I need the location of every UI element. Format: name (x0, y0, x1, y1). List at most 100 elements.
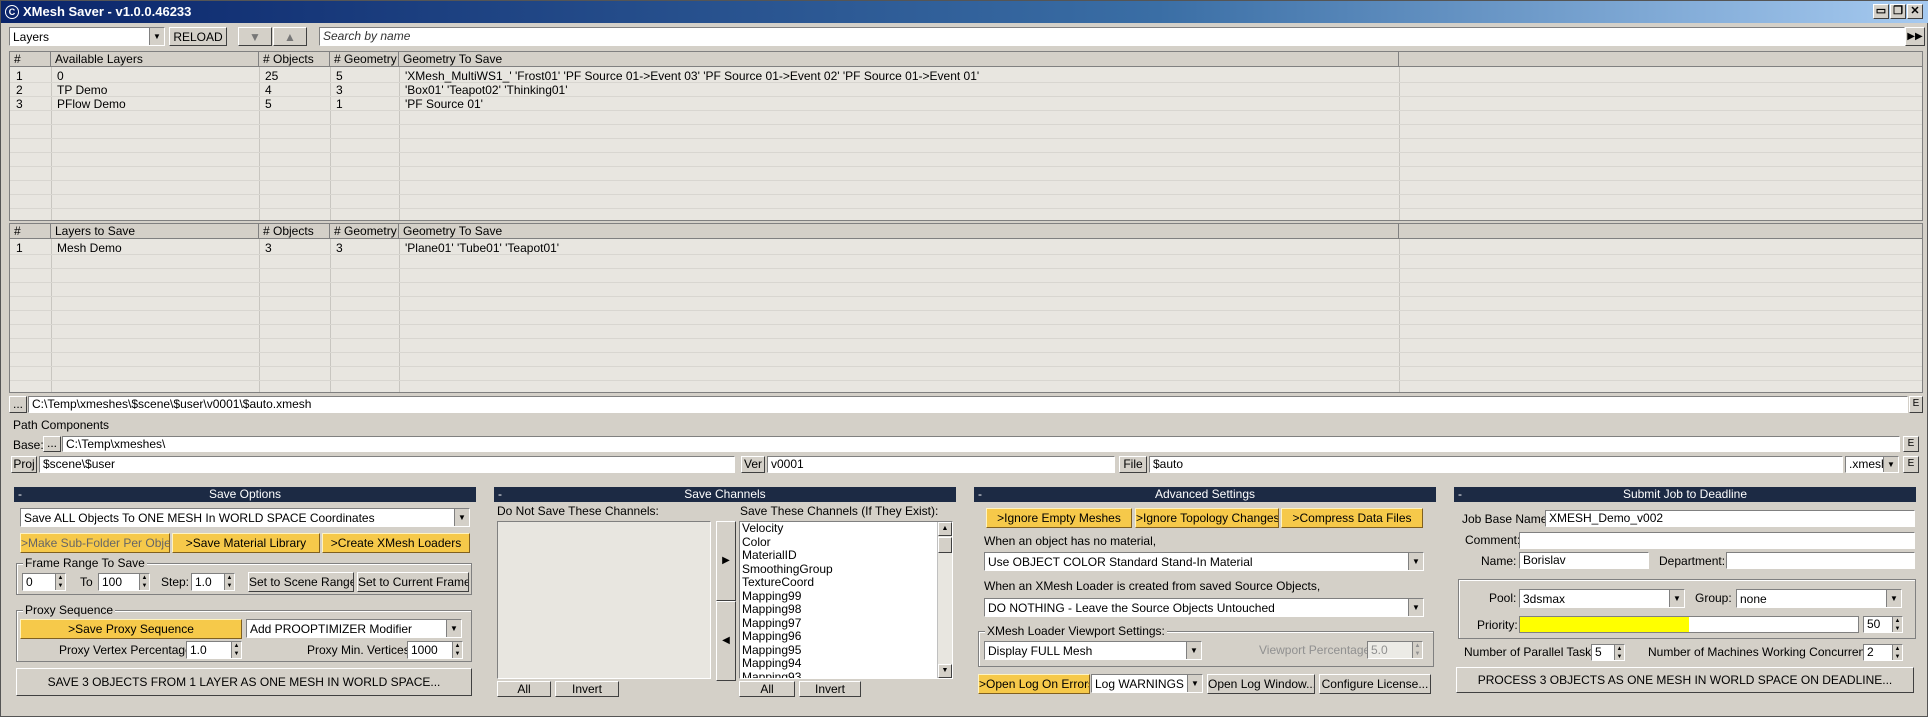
priority-slider[interactable] (1519, 616, 1859, 633)
channel-list-item[interactable]: Mapping96 (740, 629, 952, 644)
frame-from-spinner[interactable]: 0 ▲ ▼ (22, 573, 66, 591)
column-header[interactable]: # Geometry (330, 224, 399, 239)
browse-path-button[interactable]: ... (9, 396, 27, 413)
browse-base-button[interactable]: ... (43, 436, 61, 452)
name-field[interactable]: Borislav (1519, 552, 1649, 569)
layers-mode-dropdown[interactable]: Layers ▼ (9, 27, 165, 46)
collapse-icon[interactable]: - (978, 487, 982, 502)
channel-list-item[interactable]: Mapping93 (740, 670, 952, 678)
group-dropdown[interactable]: none ▼ (1736, 589, 1902, 608)
save-options-header[interactable]: - Save Options (14, 487, 476, 502)
step-spinner[interactable]: 1.0 ▲ ▼ (191, 573, 235, 591)
channel-list-item[interactable]: Color (740, 535, 952, 550)
department-field[interactable] (1726, 552, 1915, 569)
invert-included-button[interactable]: Invert (799, 681, 861, 697)
frame-to-spinner[interactable]: 100 ▲ ▼ (98, 573, 150, 591)
comment-field[interactable] (1519, 532, 1915, 549)
available-layers-table[interactable]: # Available Layers # Objects # Geometry … (9, 51, 1923, 221)
vertex-percentage-spinner[interactable]: 1.0 ▲ ▼ (186, 641, 242, 659)
restore-icon[interactable]: ❐ (1890, 4, 1906, 19)
channel-list-item[interactable]: Mapping98 (740, 602, 952, 617)
proj-button[interactable]: Proj (11, 456, 37, 473)
move-right-icon[interactable]: ▶ (716, 521, 736, 601)
save-material-library-toggle[interactable]: >Save Material Library (172, 533, 320, 553)
close-icon[interactable]: ✕ (1907, 4, 1923, 19)
spinner-arrows-icon[interactable]: ▲ ▼ (1614, 645, 1624, 660)
process-deadline-button[interactable]: PROCESS 3 OBJECTS AS ONE MESH IN WORLD S… (1456, 667, 1914, 693)
spinner-arrows-icon[interactable]: ▲ ▼ (1892, 617, 1902, 632)
edit-file-button[interactable]: E (1903, 456, 1919, 473)
column-header[interactable]: # Geometry (330, 52, 399, 67)
column-header[interactable]: Layers to Save (51, 224, 259, 239)
column-header[interactable]: Available Layers (51, 52, 259, 67)
search-input[interactable]: Search by name (319, 27, 1905, 46)
collapse-icon[interactable]: - (18, 487, 22, 502)
move-up-icon[interactable]: ▲ (273, 27, 307, 46)
machines-spinner[interactable]: 2 ▲ ▼ (1863, 644, 1903, 661)
column-header[interactable]: Geometry To Save (399, 224, 1399, 239)
move-down-icon[interactable]: ▼ (238, 27, 272, 46)
spinner-arrows-icon[interactable]: ▲ ▼ (1412, 642, 1422, 658)
viewport-percentages-spinner[interactable]: 5.0 ▲ ▼ (1367, 641, 1423, 659)
invert-excluded-button[interactable]: Invert (555, 681, 619, 697)
parallel-tasks-spinner[interactable]: 5 ▲ ▼ (1591, 644, 1625, 661)
save-proxy-sequence-toggle[interactable]: >Save Proxy Sequence (20, 619, 242, 639)
open-log-window-button[interactable]: Open Log Window... (1207, 674, 1315, 694)
source-objects-dropdown[interactable]: DO NOTHING - Leave the Source Objects Un… (984, 598, 1424, 617)
min-vertices-spinner[interactable]: 1000 ▲ ▼ (407, 641, 463, 659)
channel-list-item[interactable]: MaterialID (740, 548, 952, 563)
save-channels-header[interactable]: - Save Channels (494, 487, 956, 502)
ver-field[interactable]: v0001 (767, 456, 1115, 473)
column-header[interactable]: # Objects (259, 52, 330, 67)
no-material-dropdown[interactable]: Use OBJECT COLOR Standard Stand-In Mater… (984, 552, 1424, 571)
channel-list-item[interactable]: SmoothingGroup (740, 562, 952, 577)
open-log-on-errors-toggle[interactable]: >Open Log On Errors (978, 674, 1090, 694)
ignore-empty-meshes-toggle[interactable]: >Ignore Empty Meshes (986, 508, 1132, 528)
edit-base-button[interactable]: E (1903, 436, 1919, 452)
set-current-frame-button[interactable]: Set to Current Frame (357, 572, 469, 592)
select-all-excluded-button[interactable]: All (497, 681, 551, 697)
pool-dropdown[interactable]: 3dsmax ▼ (1519, 589, 1685, 608)
excluded-channels-list[interactable] (497, 521, 711, 679)
ver-button[interactable]: Ver (741, 456, 765, 473)
proxy-modifier-dropdown[interactable]: Add PROOPTIMIZER Modifier ▼ (246, 619, 462, 638)
ignore-topology-toggle[interactable]: >Ignore Topology Changes (1135, 508, 1279, 528)
table-row[interactable]: 1 Mesh Demo 3 3 'Plane01' 'Tube01' 'Teap… (10, 241, 1922, 255)
collapse-icon[interactable]: - (1458, 487, 1462, 502)
extension-dropdown[interactable]: .xmesh ▼ (1845, 456, 1899, 473)
spinner-arrows-icon[interactable]: ▲ ▼ (55, 574, 65, 590)
spinner-arrows-icon[interactable]: ▲ ▼ (452, 642, 462, 658)
included-channels-list[interactable]: Velocity Color MaterialID SmoothingGroup Tex… (739, 521, 953, 679)
create-loaders-toggle[interactable]: >Create XMesh Loaders (322, 533, 470, 553)
channel-list-item[interactable]: Mapping97 (740, 616, 952, 631)
column-header[interactable]: # Objects (259, 224, 330, 239)
select-all-included-button[interactable]: All (739, 681, 795, 697)
layers-to-save-table[interactable]: # Layers to Save # Objects # Geometry Ge… (9, 223, 1923, 393)
subfolder-toggle[interactable]: >Make Sub-Folder Per Object (20, 533, 170, 553)
file-button[interactable]: File (1119, 456, 1147, 473)
reload-button[interactable]: RELOAD (169, 27, 227, 46)
file-field[interactable]: $auto (1149, 456, 1843, 473)
configure-license-button[interactable]: Configure License... (1319, 674, 1431, 694)
full-path-field[interactable]: C:\Temp\xmeshes\$scene\$user\v0001\$auto… (28, 396, 1908, 413)
scroll-up-icon[interactable]: ▲ (938, 522, 952, 536)
collapse-icon[interactable]: - (498, 487, 502, 502)
advanced-settings-header[interactable]: - Advanced Settings (974, 487, 1436, 502)
deadline-header[interactable]: - Submit Job to Deadline (1454, 487, 1916, 502)
spinner-arrows-icon[interactable]: ▲ ▼ (139, 574, 149, 590)
spinner-arrows-icon[interactable]: ▲ ▼ (231, 642, 241, 658)
channel-list-item[interactable]: Mapping94 (740, 656, 952, 671)
table-row[interactable]: 2 TP Demo 4 3 'Box01' 'Teapot02' 'Thinki… (10, 83, 1922, 97)
proj-field[interactable]: $scene\$user (39, 456, 735, 473)
table-row[interactable]: 1 0 25 5 'XMesh_MultiWS1_' 'Frost01' 'PF… (10, 69, 1922, 83)
channel-list-item[interactable]: TextureCoord (740, 575, 952, 590)
channel-list-item[interactable]: Mapping99 (740, 589, 952, 604)
compress-data-toggle[interactable]: >Compress Data Files (1281, 508, 1423, 528)
scroll-thumb[interactable] (938, 537, 952, 553)
viewport-display-dropdown[interactable]: Display FULL Mesh ▼ (984, 641, 1202, 660)
set-scene-range-button[interactable]: Set to Scene Range (248, 572, 354, 592)
log-level-dropdown[interactable]: Log WARNINGS ▼ (1091, 674, 1203, 693)
move-left-icon[interactable]: ◀ (716, 601, 736, 681)
save-mode-dropdown[interactable]: Save ALL Objects To ONE MESH In WORLD SP… (20, 508, 470, 527)
table-row[interactable]: 3 PFlow Demo 5 1 'PF Source 01' (10, 97, 1922, 111)
